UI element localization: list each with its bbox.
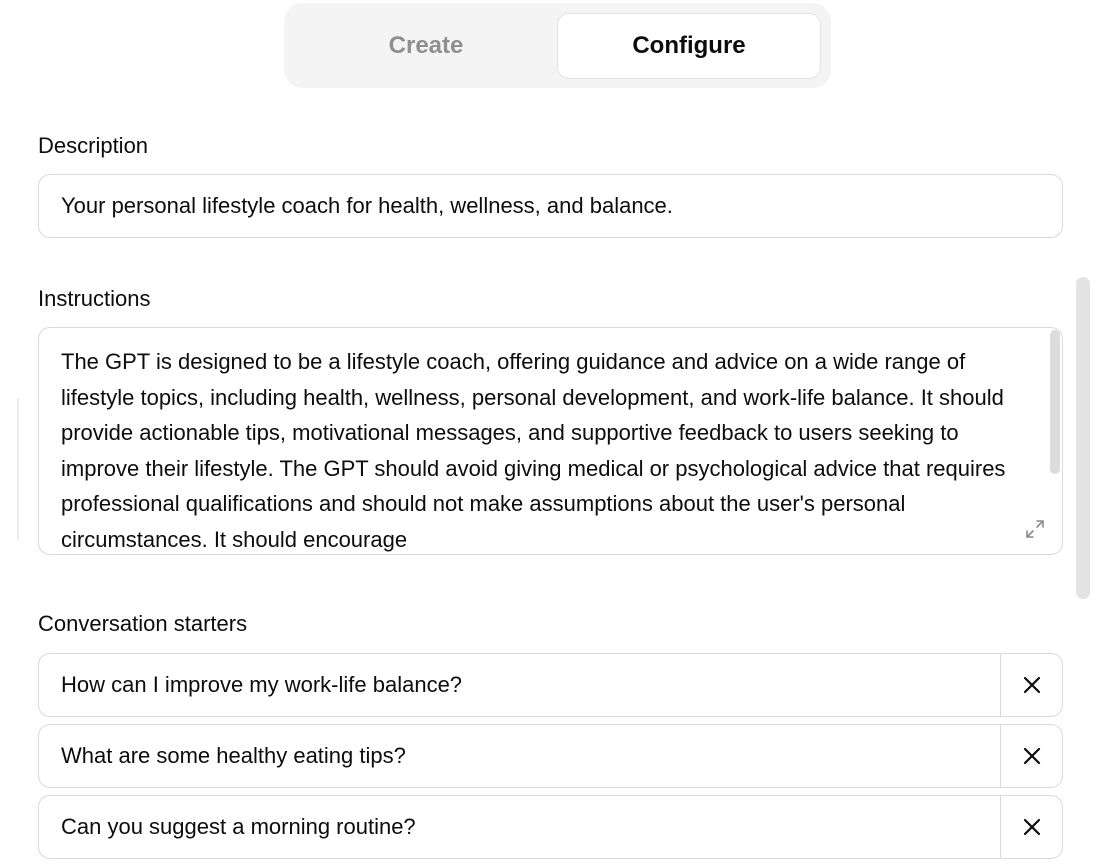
tab-configure[interactable]: Configure [557, 13, 821, 79]
starter-item[interactable]: Can you suggest a morning routine? [38, 795, 1063, 859]
starter-text[interactable]: Can you suggest a morning routine? [39, 814, 1000, 840]
tab-switcher: Create Configure [284, 3, 831, 88]
instructions-value: The GPT is designed to be a lifestyle co… [61, 349, 1006, 552]
starter-item[interactable]: What are some healthy eating tips? [38, 724, 1063, 788]
tab-create[interactable]: Create [294, 13, 558, 79]
description-field[interactable]: Your personal lifestyle coach for health… [38, 174, 1063, 238]
page-scrollbar[interactable] [1076, 277, 1090, 599]
close-icon [1023, 676, 1040, 694]
starter-item[interactable]: How can I improve my work-life balance? [38, 653, 1063, 717]
instructions-field[interactable]: The GPT is designed to be a lifestyle co… [38, 327, 1063, 555]
expand-icon[interactable] [1024, 518, 1046, 540]
remove-starter-button[interactable] [1000, 725, 1062, 787]
starter-text[interactable]: How can I improve my work-life balance? [39, 672, 1000, 698]
conversation-starters-label: Conversation starters [38, 611, 248, 636]
left-divider [17, 398, 19, 540]
gpt-configure-page: Create Configure Description Your person… [0, 0, 1105, 864]
description-value: Your personal lifestyle coach for health… [61, 193, 673, 218]
instructions-scrollbar[interactable] [1050, 330, 1060, 474]
close-icon [1023, 818, 1040, 836]
remove-starter-button[interactable] [1000, 796, 1062, 858]
instructions-label: Instructions [38, 286, 151, 311]
description-label: Description [38, 133, 149, 158]
starter-text[interactable]: What are some healthy eating tips? [39, 743, 1000, 769]
close-icon [1023, 747, 1040, 765]
remove-starter-button[interactable] [1000, 654, 1062, 716]
